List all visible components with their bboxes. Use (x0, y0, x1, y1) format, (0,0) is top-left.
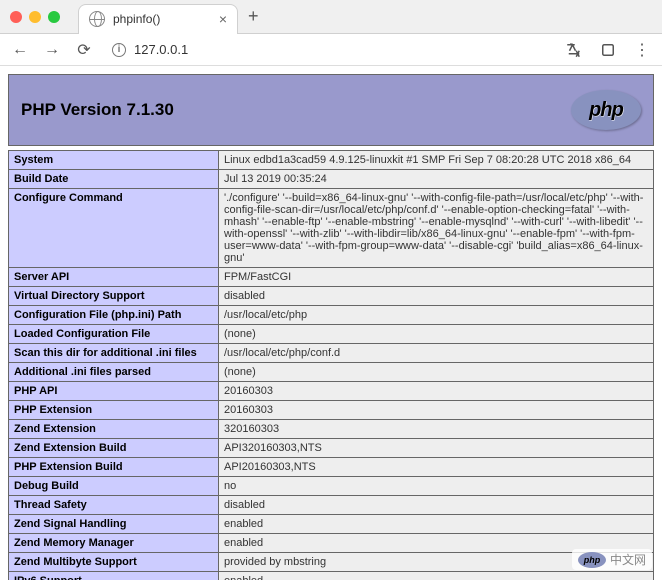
table-row: Scan this dir for additional .ini files/… (9, 344, 654, 363)
menu-button[interactable]: ⋮ (632, 40, 652, 60)
config-key: Scan this dir for additional .ini files (9, 344, 219, 363)
window-close-button[interactable] (10, 11, 22, 23)
table-row: Configure Command'./configure' '--build=… (9, 189, 654, 268)
table-row: Build DateJul 13 2019 00:35:24 (9, 170, 654, 189)
config-key: PHP Extension Build (9, 458, 219, 477)
table-row: SystemLinux edbd1a3cad59 4.9.125-linuxki… (9, 151, 654, 170)
page-title: PHP Version 7.1.30 (21, 100, 174, 120)
config-key: Zend Memory Manager (9, 534, 219, 553)
config-value: FPM/FastCGI (219, 268, 654, 287)
address-bar[interactable]: i 127.0.0.1 (106, 42, 552, 57)
config-value: './configure' '--build=x86_64-linux-gnu'… (219, 189, 654, 268)
tab-title: phpinfo() (113, 12, 211, 26)
table-row: PHP API20160303 (9, 382, 654, 401)
page-content: PHP Version 7.1.30 php SystemLinux edbd1… (0, 66, 662, 580)
forward-button[interactable]: → (42, 41, 62, 59)
table-row: Virtual Directory Supportdisabled (9, 287, 654, 306)
config-value: 20160303 (219, 401, 654, 420)
table-row: IPv6 Supportenabled (9, 572, 654, 580)
table-row: Additional .ini files parsed(none) (9, 363, 654, 382)
new-tab-button[interactable]: + (248, 6, 259, 27)
config-value: API20160303,NTS (219, 458, 654, 477)
config-key: Additional .ini files parsed (9, 363, 219, 382)
config-value: Linux edbd1a3cad59 4.9.125-linuxkit #1 S… (219, 151, 654, 170)
translate-icon[interactable] (564, 41, 584, 59)
table-row: Configuration File (php.ini) Path/usr/lo… (9, 306, 654, 325)
config-key: Configuration File (php.ini) Path (9, 306, 219, 325)
config-key: Loaded Configuration File (9, 325, 219, 344)
config-value: 320160303 (219, 420, 654, 439)
table-row: Server APIFPM/FastCGI (9, 268, 654, 287)
table-row: Thread Safetydisabled (9, 496, 654, 515)
browser-tab[interactable]: phpinfo() × (78, 4, 238, 34)
config-value: disabled (219, 287, 654, 306)
table-row: Zend Multibyte Supportprovided by mbstri… (9, 553, 654, 572)
config-key: Build Date (9, 170, 219, 189)
config-key: Configure Command (9, 189, 219, 268)
config-key: Virtual Directory Support (9, 287, 219, 306)
config-value: enabled (219, 515, 654, 534)
table-row: PHP Extension20160303 (9, 401, 654, 420)
config-key: Zend Extension Build (9, 439, 219, 458)
config-key: Server API (9, 268, 219, 287)
window-maximize-button[interactable] (48, 11, 60, 23)
config-value: Jul 13 2019 00:35:24 (219, 170, 654, 189)
traffic-lights (10, 11, 60, 23)
table-row: Zend Signal Handlingenabled (9, 515, 654, 534)
table-row: Debug Buildno (9, 477, 654, 496)
table-row: PHP Extension BuildAPI20160303,NTS (9, 458, 654, 477)
config-key: PHP API (9, 382, 219, 401)
browser-toolbar: ← → ⟳ i 127.0.0.1 ⋮ (0, 34, 662, 66)
php-header: PHP Version 7.1.30 php (8, 74, 654, 146)
window-minimize-button[interactable] (29, 11, 41, 23)
info-icon[interactable]: i (112, 43, 126, 57)
config-key: PHP Extension (9, 401, 219, 420)
config-value: /usr/local/etc/php (219, 306, 654, 325)
php-icon: php (578, 552, 606, 568)
php-info-table: SystemLinux edbd1a3cad59 4.9.125-linuxki… (8, 150, 654, 580)
close-icon[interactable]: × (219, 11, 227, 27)
config-value: (none) (219, 363, 654, 382)
config-value: no (219, 477, 654, 496)
config-key: Zend Signal Handling (9, 515, 219, 534)
config-key: IPv6 Support (9, 572, 219, 580)
back-button[interactable]: ← (10, 41, 30, 59)
watermark: php 中文网 (572, 549, 652, 570)
config-key: System (9, 151, 219, 170)
table-row: Zend Extension320160303 (9, 420, 654, 439)
table-row: Loaded Configuration File(none) (9, 325, 654, 344)
config-key: Zend Extension (9, 420, 219, 439)
php-logo-text: php (589, 99, 623, 122)
config-key: Zend Multibyte Support (9, 553, 219, 572)
config-value: (none) (219, 325, 654, 344)
config-value: disabled (219, 496, 654, 515)
config-value: API320160303,NTS (219, 439, 654, 458)
config-value: /usr/local/etc/php/conf.d (219, 344, 654, 363)
table-row: Zend Memory Managerenabled (9, 534, 654, 553)
window-titlebar: phpinfo() × + (0, 0, 662, 34)
watermark-text: 中文网 (610, 551, 646, 568)
config-value: enabled (219, 572, 654, 580)
php-logo: php (571, 90, 641, 130)
config-key: Thread Safety (9, 496, 219, 515)
url-text: 127.0.0.1 (134, 42, 188, 57)
config-value: 20160303 (219, 382, 654, 401)
config-key: Debug Build (9, 477, 219, 496)
globe-icon (89, 11, 105, 27)
reload-button[interactable]: ⟳ (74, 40, 94, 60)
table-row: Zend Extension BuildAPI320160303,NTS (9, 439, 654, 458)
extension-icon[interactable] (598, 41, 618, 59)
